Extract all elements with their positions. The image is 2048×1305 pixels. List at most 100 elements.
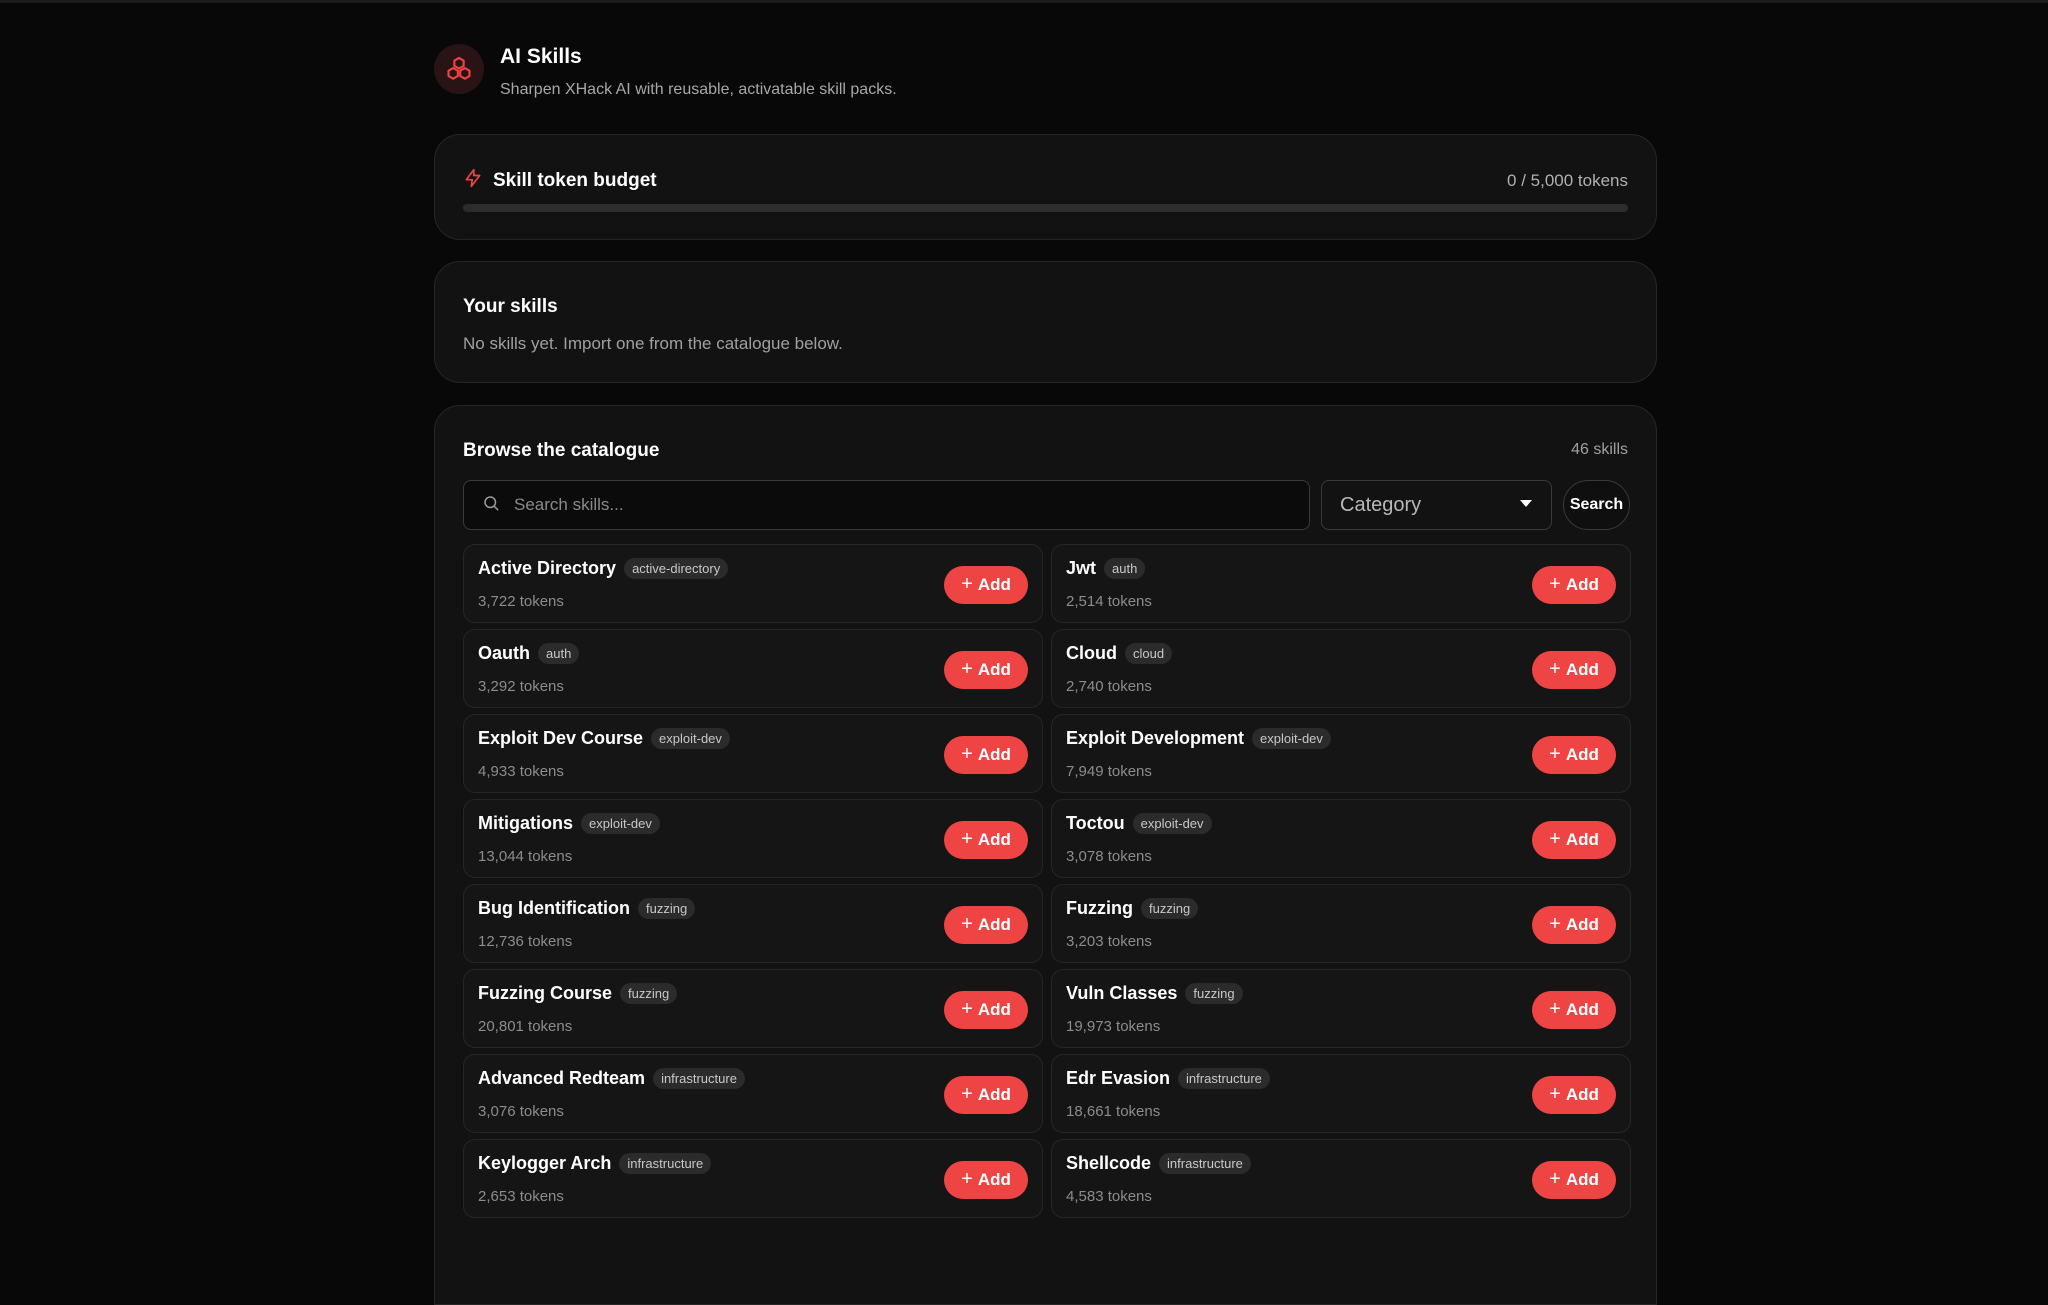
skill-token-count: 3,292 tokens	[478, 678, 564, 695]
add-skill-button[interactable]: + Add	[944, 651, 1028, 689]
add-skill-button[interactable]: + Add	[1532, 821, 1616, 859]
skill-card: Toctou exploit-dev 3,078 tokens + Add	[1051, 799, 1631, 878]
token-budget-card: Skill token budget 0 / 5,000 tokens	[434, 134, 1657, 240]
add-skill-button[interactable]: + Add	[944, 821, 1028, 859]
skill-category-tag: exploit-dev	[1252, 728, 1331, 749]
your-skills-empty-text: No skills yet. Import one from the catal…	[463, 334, 843, 353]
skill-catalogue-grid: Active Directory active-directory 3,722 to…	[463, 544, 1631, 1218]
add-button-label: Add	[977, 1170, 1011, 1189]
skill-name: Edr Evasion	[1066, 1068, 1171, 1088]
skill-category-tag: auth	[1104, 558, 1146, 579]
catalogue-card: Browse the catalogue 46 skills Category …	[434, 405, 1657, 1305]
page-header: AI Skills Sharpen XHack AI with reusable…	[434, 44, 897, 99]
add-button-label: Add	[1565, 575, 1599, 594]
skill-category-tag: cloud	[1125, 643, 1173, 664]
skill-category-tag: infrastructure	[653, 1068, 745, 1089]
skill-card: Vuln Classes fuzzing 19,973 tokens + Add	[1051, 969, 1631, 1048]
plus-icon: +	[961, 998, 973, 1020]
skill-card: Keylogger Arch infrastructure 2,653 tokens…	[463, 1139, 1043, 1218]
add-skill-button[interactable]: + Add	[1532, 1076, 1616, 1114]
skill-card: Fuzzing Course fuzzing 20,801 tokens + Add	[463, 969, 1043, 1048]
budget-value: 0 / 5,000 tokens	[1507, 170, 1628, 190]
your-skills-title: Your skills	[463, 296, 558, 317]
skill-name: Active Directory	[478, 558, 617, 578]
add-skill-button[interactable]: + Add	[1532, 1161, 1616, 1199]
skill-name: Fuzzing	[1066, 898, 1133, 918]
plus-icon: +	[1549, 573, 1561, 595]
plus-icon: +	[961, 743, 973, 765]
add-button-label: Add	[1565, 660, 1599, 679]
skill-name: Jwt	[1066, 558, 1097, 578]
category-select[interactable]: Category	[1321, 480, 1552, 530]
skill-category-tag: infrastructure	[1178, 1068, 1270, 1089]
caret-down-icon	[1519, 496, 1533, 514]
add-skill-button[interactable]: + Add	[944, 1076, 1028, 1114]
add-skill-button[interactable]: + Add	[944, 1161, 1028, 1199]
skill-card: Oauth auth 3,292 tokens + Add	[463, 629, 1043, 708]
plus-icon: +	[1549, 998, 1561, 1020]
skill-card: Active Directory active-directory 3,722 to…	[463, 544, 1043, 623]
skill-card: Shellcode infrastructure 4,583 tokens + Add	[1051, 1139, 1631, 1218]
add-button-label: Add	[977, 830, 1011, 849]
skill-name: Oauth	[478, 643, 530, 663]
skill-token-count: 3,203 tokens	[1066, 933, 1152, 950]
skill-card: Mitigations exploit-dev 13,044 tokens + Add	[463, 799, 1043, 878]
skill-name: Vuln Classes	[1066, 983, 1178, 1003]
plus-icon: +	[1549, 828, 1561, 850]
skill-category-tag: fuzzing	[1140, 898, 1199, 919]
skill-token-count: 3,076 tokens	[478, 1103, 564, 1120]
search-input[interactable]	[512, 494, 1276, 516]
add-skill-button[interactable]: + Add	[1532, 651, 1616, 689]
skill-token-count: 19,973 tokens	[1066, 1018, 1161, 1035]
budget-title: Skill token budget	[493, 169, 657, 191]
catalogue-count: 46 skills	[1571, 441, 1628, 458]
catalogue-title: Browse the catalogue	[463, 440, 660, 461]
add-skill-button[interactable]: + Add	[944, 991, 1028, 1029]
add-skill-button[interactable]: + Add	[1532, 566, 1616, 604]
skill-token-count: 7,949 tokens	[1066, 763, 1152, 780]
skill-category-tag: infrastructure	[619, 1153, 712, 1174]
skill-category-tag: fuzzing	[638, 898, 696, 919]
skill-token-count: 2,514 tokens	[1066, 593, 1152, 610]
skill-token-count: 3,078 tokens	[1066, 848, 1152, 865]
skill-token-count: 13,044 tokens	[478, 848, 573, 865]
skill-category-tag: fuzzing	[620, 983, 678, 1004]
cubes-icon	[434, 44, 484, 94]
your-skills-card: Your skills No skills yet. Import one fr…	[434, 261, 1657, 383]
plus-icon: +	[1549, 658, 1561, 680]
plus-icon: +	[1549, 913, 1561, 935]
add-button-label: Add	[977, 1085, 1011, 1104]
plus-icon: +	[961, 913, 973, 935]
skill-name: Bug Identification	[478, 898, 630, 918]
add-button-label: Add	[1565, 1000, 1599, 1019]
add-button-label: Add	[1565, 1085, 1599, 1104]
add-skill-button[interactable]: + Add	[1532, 906, 1616, 944]
skill-card: Exploit Dev Course exploit-dev 4,933 token…	[463, 714, 1043, 793]
skill-token-count: 2,740 tokens	[1066, 678, 1152, 695]
skill-category-tag: infrastructure	[1159, 1153, 1251, 1174]
skill-token-count: 18,661 tokens	[1066, 1103, 1161, 1120]
skill-card: Bug Identification fuzzing 12,736 tokens + A…	[463, 884, 1043, 963]
skill-card: Fuzzing fuzzing 3,203 tokens + Add	[1051, 884, 1631, 963]
skill-category-tag: active-directory	[624, 558, 729, 579]
add-skill-button[interactable]: + Add	[944, 566, 1028, 604]
search-button[interactable]: Search	[1563, 480, 1630, 530]
page-subtitle: Sharpen XHack AI with reusable, activata…	[500, 81, 897, 98]
plus-icon: +	[961, 828, 973, 850]
skill-name: Exploit Dev Course	[478, 728, 644, 748]
catalogue-search-row: Category Search	[463, 480, 1630, 530]
skill-name: Fuzzing Course	[478, 983, 612, 1003]
add-button-label: Add	[977, 1000, 1011, 1019]
add-skill-button[interactable]: + Add	[1532, 991, 1616, 1029]
skill-name: Cloud	[1066, 643, 1117, 663]
add-skill-button[interactable]: + Add	[944, 736, 1028, 774]
skill-category-tag: auth	[538, 643, 580, 664]
skill-token-count: 2,653 tokens	[478, 1188, 564, 1205]
skill-card: Exploit Development exploit-dev 7,949 toke…	[1051, 714, 1631, 793]
add-skill-button[interactable]: + Add	[1532, 736, 1616, 774]
add-skill-button[interactable]: + Add	[944, 906, 1028, 944]
search-box[interactable]	[463, 480, 1310, 530]
plus-icon: +	[961, 658, 973, 680]
skill-token-count: 4,583 tokens	[1066, 1188, 1152, 1205]
plus-icon: +	[1549, 1083, 1561, 1105]
